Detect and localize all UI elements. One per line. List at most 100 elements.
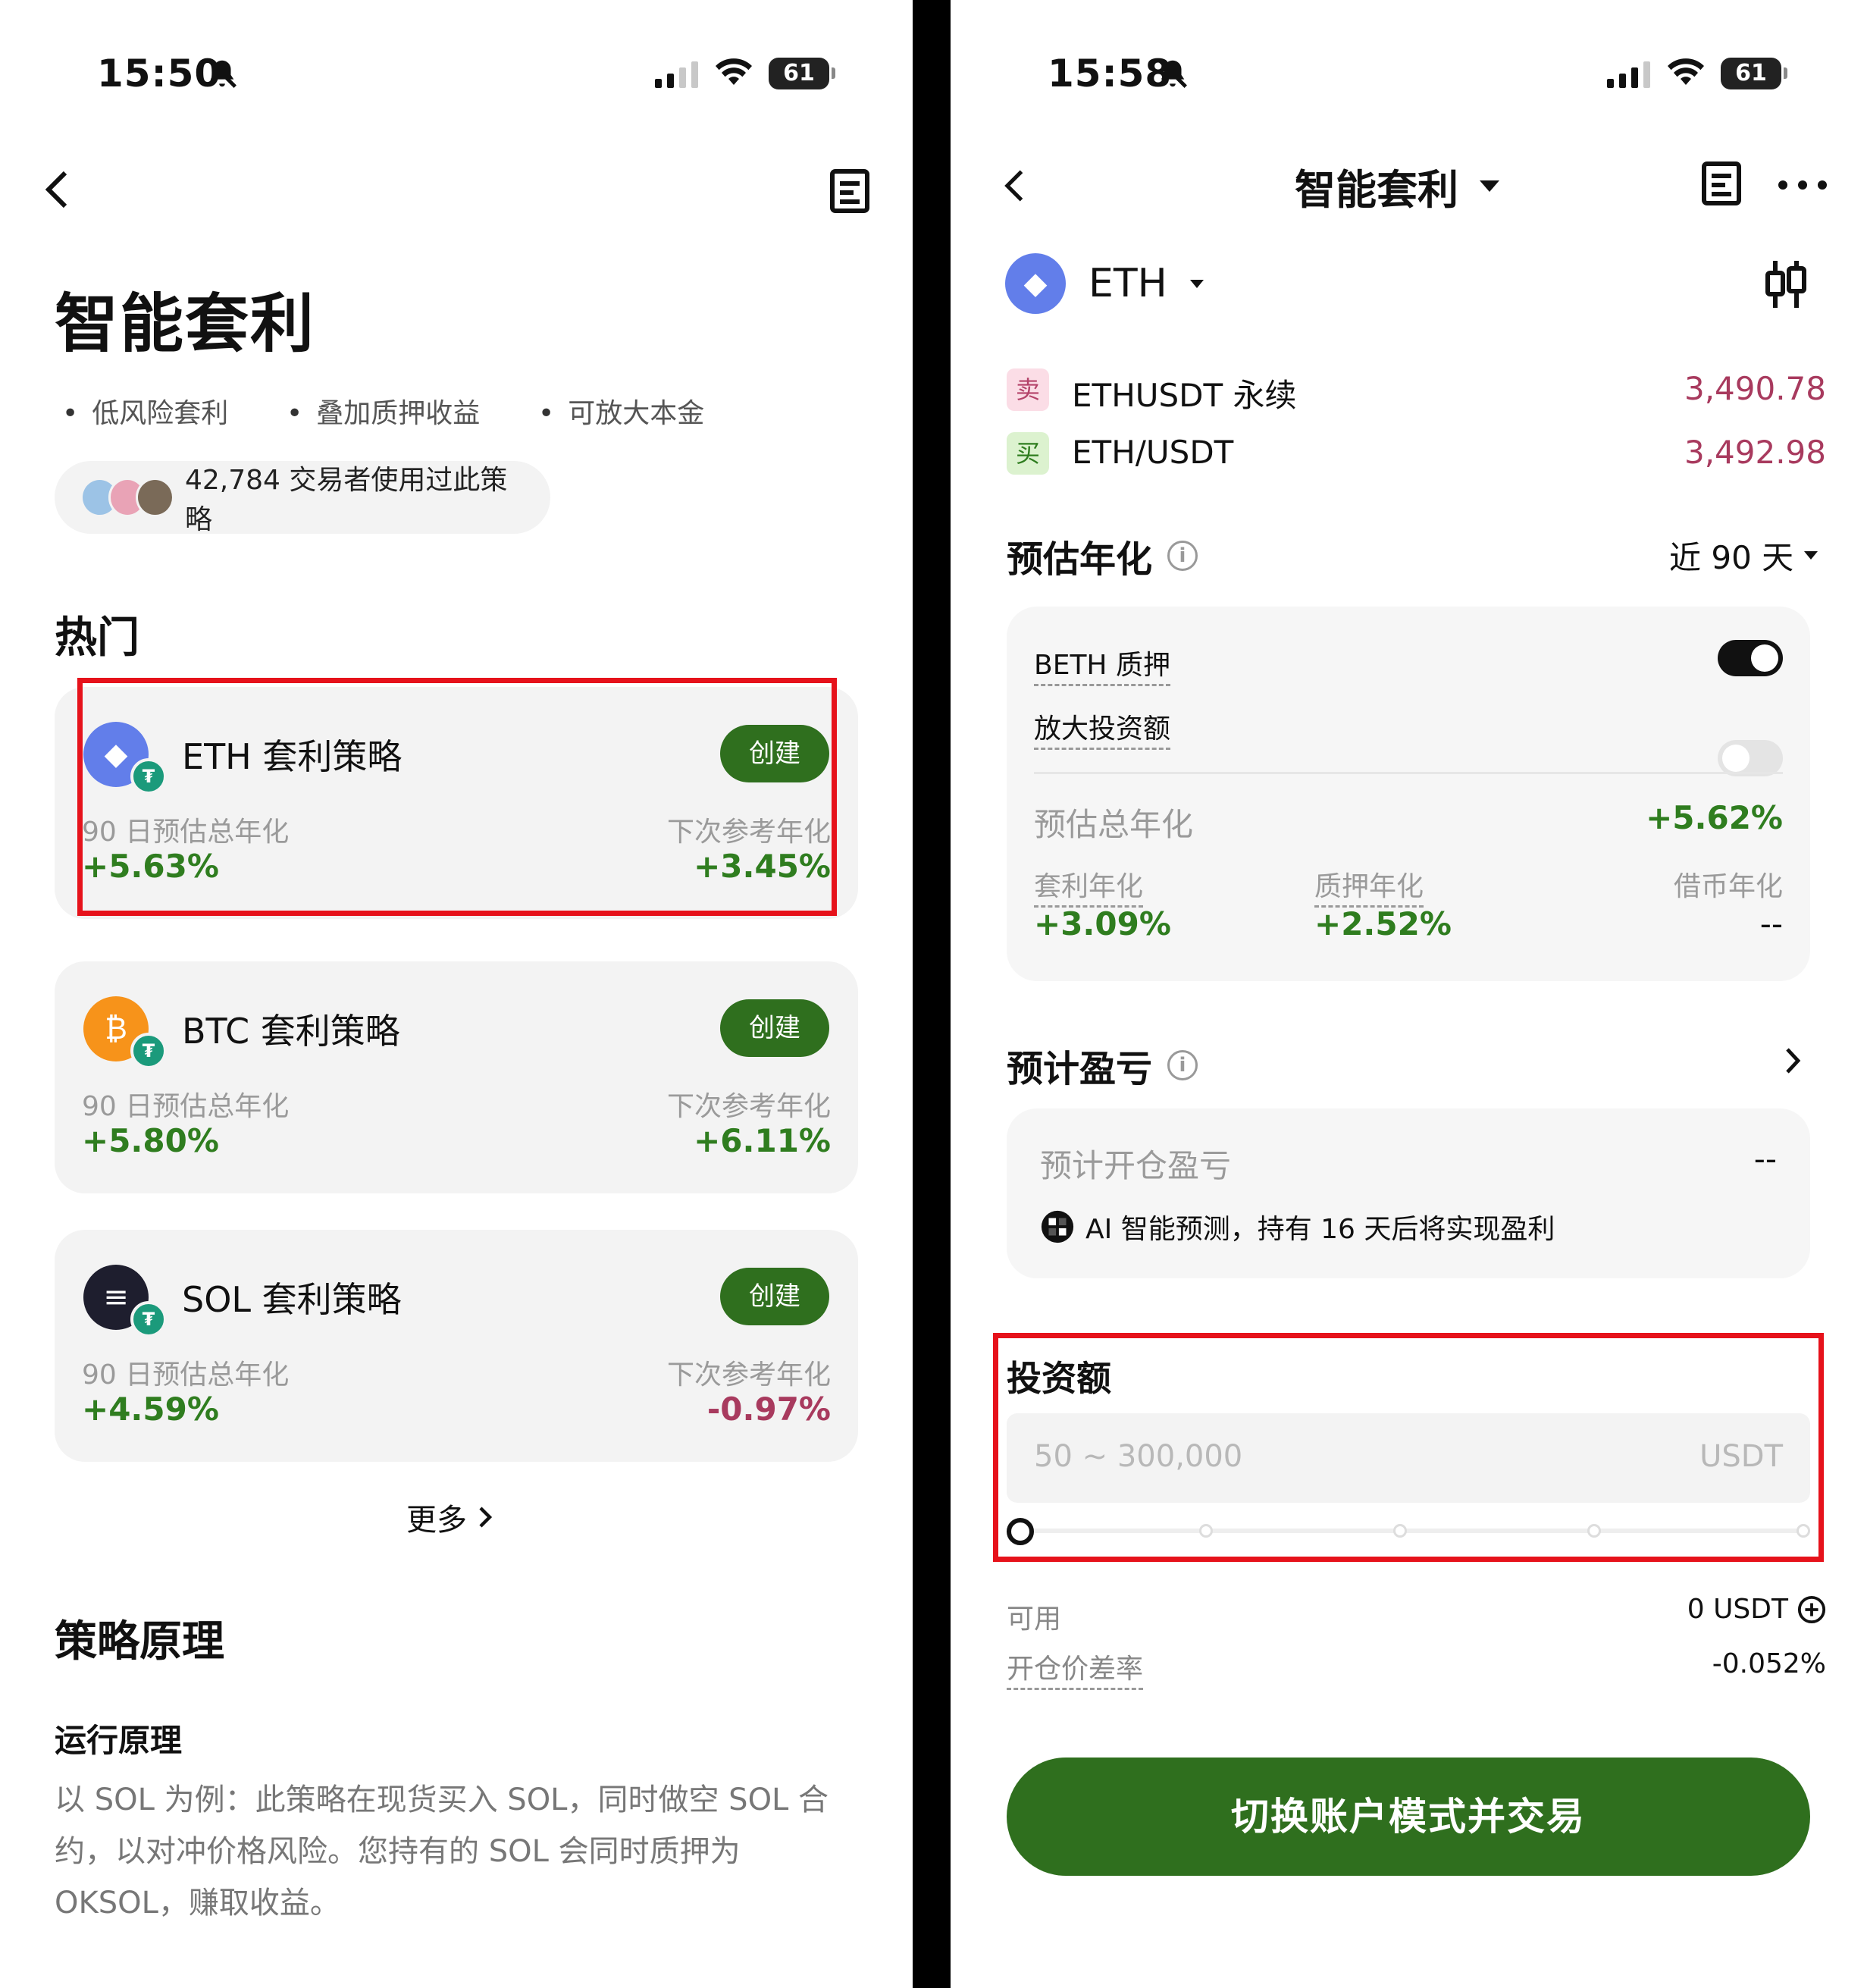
breakdown-value: +2.52%: [1314, 905, 1452, 942]
wifi-icon: [1668, 58, 1704, 85]
mute-bell-icon: [208, 59, 237, 88]
coin-selector[interactable]: ◆ ETH: [1005, 253, 1204, 314]
beth-staking-toggle[interactable]: [1718, 640, 1783, 676]
wifi-icon: [716, 58, 752, 85]
amplify-toggle[interactable]: [1718, 740, 1783, 776]
battery-icon: 61: [1721, 58, 1787, 89]
next-ref-label: 下次参考年化: [666, 1359, 831, 1391]
ai-prediction: AI 智能预测，持有 16 天后将实现盈利: [1040, 1207, 1555, 1246]
next-ref-label: 下次参考年化: [666, 1091, 831, 1122]
ai-logo-icon: [1041, 1210, 1074, 1243]
invest-placeholder: 50 ~ 300,000: [1034, 1439, 1243, 1474]
back-chevron-icon[interactable]: [1002, 167, 1028, 205]
breakdown-label: 借币年化: [1673, 871, 1783, 902]
pair-name: ETHUSDT 永续: [1072, 377, 1297, 414]
amplify-label: 放大投资额: [1034, 707, 1171, 750]
est-annual-label: 90 日预估总年化: [82, 1091, 290, 1122]
more-label: 更多: [406, 1503, 467, 1538]
tether-icon: ₮: [130, 1301, 167, 1337]
candlestick-chart-icon[interactable]: [1763, 258, 1809, 311]
info-icon[interactable]: i: [1167, 541, 1198, 571]
right-screen: 15:58 61 智能套利 ◆ ETH 卖 ETHUSDT 永续 3,490.78 买…: [951, 0, 1867, 1988]
invest-amount-input[interactable]: 50 ~ 300,000 USDT: [1007, 1413, 1810, 1503]
slider-step-dot: [1587, 1524, 1601, 1538]
slider-step-dot: [1797, 1524, 1810, 1538]
divider: [1034, 772, 1783, 774]
back-chevron-icon[interactable]: [42, 168, 73, 211]
nav-title: 智能套利: [1295, 166, 1458, 214]
breakdown-value: +3.09%: [1034, 905, 1171, 942]
est-annual-value: +4.59%: [82, 1391, 219, 1428]
strategy-name: SOL 套利策略: [182, 1279, 402, 1320]
switch-and-trade-button[interactable]: 切换账户模式并交易: [1007, 1758, 1810, 1876]
feature-amplify: 可放大本金: [538, 391, 704, 431]
signal-icon: [655, 61, 698, 88]
spread-label-text: 开仓价差率: [1007, 1654, 1144, 1690]
strategy-card[interactable]: ≡ ₮ SOL 套利策略 创建 90 日预估总年化 +4.59% 下次参考年化 -0.97%: [55, 1230, 858, 1462]
principle-line: OKSOL，赚取收益。: [55, 1886, 340, 1921]
pair-price: 3,492.98: [1684, 434, 1826, 471]
create-button[interactable]: 创建: [720, 999, 829, 1057]
invest-slider-handle[interactable]: [1007, 1518, 1034, 1545]
principle-subheading: 运行原理: [55, 1722, 183, 1759]
breakdown-label: 套利年化: [1034, 864, 1144, 908]
dropdown-caret-icon: [1189, 279, 1204, 288]
est-annual-value: +5.80%: [82, 1122, 219, 1159]
strategy-switcher[interactable]: 智能套利: [1295, 156, 1499, 216]
pnl-heading: 预计盈亏: [1007, 1048, 1153, 1090]
beth-label-text: BETH 质押: [1034, 650, 1170, 686]
add-funds-icon[interactable]: [1797, 1595, 1826, 1624]
principle-heading: 策略原理: [55, 1617, 224, 1667]
avatar: [136, 478, 174, 517]
screen-divider: [913, 0, 951, 1988]
spread-value: -0.052%: [1712, 1648, 1826, 1679]
mute-bell-icon: [1158, 59, 1187, 88]
dropdown-caret-icon: [1480, 180, 1499, 192]
breakdown-label-text: 质押年化: [1314, 871, 1424, 908]
status-time: 15:58: [1048, 52, 1173, 96]
signal-icon: [1607, 61, 1650, 88]
spread-label: 开仓价差率: [1007, 1647, 1144, 1690]
create-button[interactable]: 创建: [720, 1268, 829, 1325]
strategy-card[interactable]: ₿ ₮ BTC 套利策略 创建 90 日预估总年化 +5.80% 下次参考年化 +6.11%: [55, 961, 858, 1193]
pair-name: ETH/USDT: [1072, 434, 1234, 471]
available-row: 0 USDT: [1687, 1594, 1826, 1625]
available-value: 0 USDT: [1687, 1594, 1788, 1625]
est-annual-label: 90 日预估总年化: [82, 1359, 290, 1391]
orders-doc-icon[interactable]: [829, 168, 870, 214]
side-tag: 卖: [1007, 368, 1049, 411]
tether-icon: ₮: [130, 1033, 167, 1069]
period-value: 近 90 天: [1669, 539, 1794, 576]
more-link[interactable]: 更多: [406, 1495, 493, 1539]
open-pnl-value: --: [1753, 1140, 1777, 1177]
breakdown-value: --: [1759, 905, 1783, 942]
amplify-label-text: 放大投资额: [1034, 713, 1171, 750]
total-annual-label: 预估总年化: [1034, 806, 1194, 843]
open-pnl-label: 预计开仓盈亏: [1040, 1147, 1232, 1184]
ai-prediction-text: AI 智能预测，持有 16 天后将实现盈利: [1085, 1214, 1555, 1245]
feature-staking: 叠加质押收益: [287, 391, 480, 431]
total-annual-value: +5.62%: [1646, 799, 1783, 836]
beth-label: BETH 质押: [1034, 643, 1170, 686]
period-select[interactable]: 近 90 天: [1669, 532, 1818, 579]
more-options-icon[interactable]: [1778, 180, 1827, 190]
annual-box: BETH 质押 放大投资额 预估总年化 +5.62% 套利年化 +3.09% 质…: [1007, 607, 1810, 981]
next-ref-value: -0.97%: [706, 1391, 831, 1428]
strategy-name: BTC 套利策略: [182, 1011, 400, 1052]
pair-price: 3,490.78: [1684, 370, 1826, 407]
orders-doc-icon[interactable]: [1701, 161, 1742, 206]
side-tag: 买: [1007, 432, 1049, 475]
info-icon[interactable]: i: [1167, 1050, 1198, 1080]
highlight-box: [77, 678, 837, 916]
chevron-right-icon[interactable]: [1784, 1046, 1801, 1075]
left-screen: 15:50 61 智能套利 低风险套利 叠加质押收益 可放大本金 42,784 …: [0, 0, 913, 1988]
available-label: 可用: [1007, 1604, 1062, 1635]
dropdown-caret-icon: [1804, 551, 1818, 560]
breakdown-label: 质押年化: [1314, 864, 1424, 908]
invest-slider-track[interactable]: [1007, 1529, 1810, 1533]
slider-step-dot: [1199, 1524, 1213, 1538]
slider-step-dot: [1393, 1524, 1407, 1538]
pnl-box: 预计开仓盈亏 -- AI 智能预测，持有 16 天后将实现盈利: [1007, 1108, 1810, 1278]
chevron-right-icon: [479, 1507, 493, 1528]
coin-name: ETH: [1089, 261, 1167, 306]
